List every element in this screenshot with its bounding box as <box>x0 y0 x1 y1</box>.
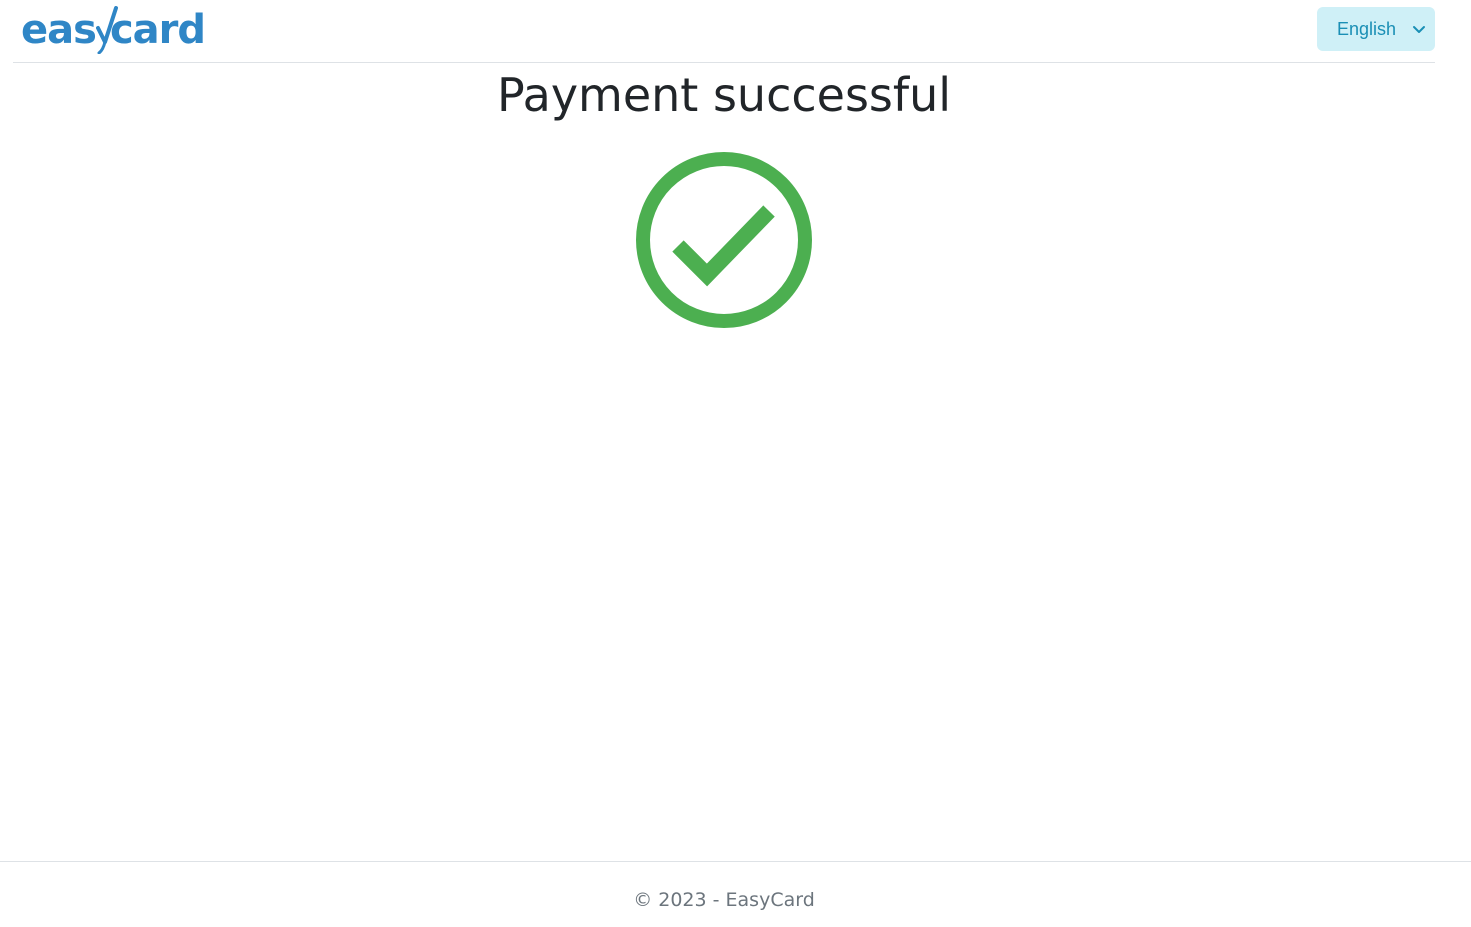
logo-text-left: eas <box>21 7 97 53</box>
language-select-value: English <box>1337 18 1397 39</box>
page: eas card English Payment successful © 20… <box>0 0 1471 927</box>
language-select[interactable]: English <box>1317 7 1435 51</box>
footer-copyright: © 2023 - EasyCard <box>633 889 815 911</box>
page-title: Payment successful <box>496 68 952 122</box>
check-circle-icon <box>635 151 813 329</box>
header: eas card English <box>13 0 1435 63</box>
chevron-down-icon <box>1411 21 1427 37</box>
logo-y-checkmark <box>95 6 118 54</box>
logo-text-right: card <box>109 7 206 53</box>
footer: © 2023 - EasyCard <box>0 861 1471 927</box>
easycard-logo[interactable]: eas card <box>21 2 206 54</box>
